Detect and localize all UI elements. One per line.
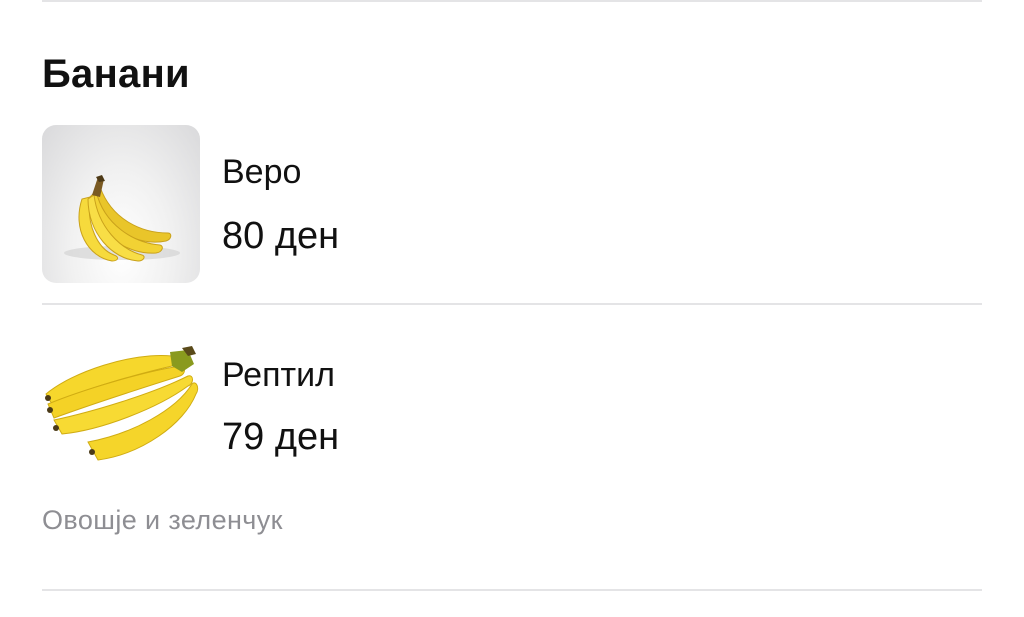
- category-label[interactable]: Овошје и зеленчук: [42, 505, 283, 536]
- product-name: Рептил: [222, 356, 335, 394]
- product-image: [42, 338, 200, 496]
- section-title: Банани: [42, 52, 190, 96]
- banana-bunch-icon: [64, 175, 180, 262]
- product-price: 80 ден: [222, 215, 340, 257]
- bottom-divider: [42, 589, 982, 591]
- product-price: 79 ден: [222, 416, 340, 458]
- product-item-reptil[interactable]: Рептил 79 ден: [42, 338, 982, 498]
- top-divider: [42, 0, 982, 2]
- product-item-vero[interactable]: Веро 80 ден: [42, 125, 982, 285]
- product-image: [42, 125, 200, 283]
- banana-bunch-icon: [45, 346, 199, 461]
- product-name: Веро: [222, 153, 302, 191]
- item-divider: [42, 303, 982, 305]
